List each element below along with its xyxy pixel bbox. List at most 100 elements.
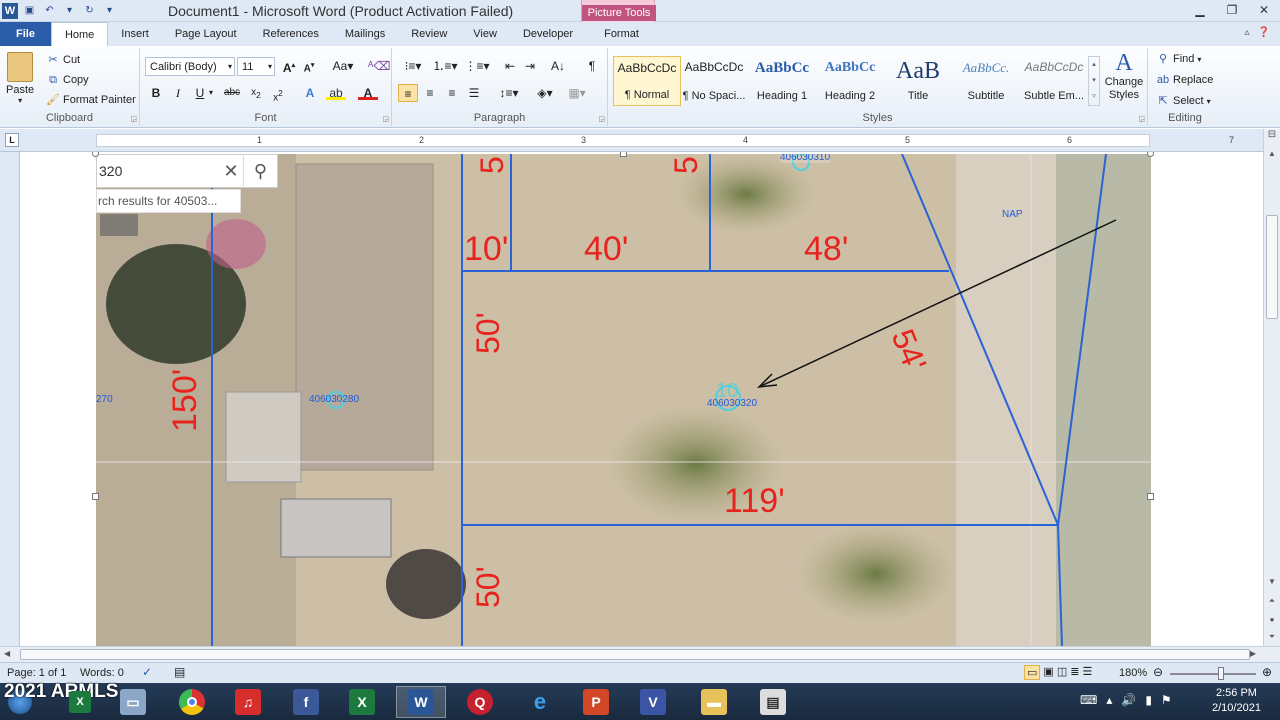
tab-page-layout[interactable]: Page Layout: [162, 22, 250, 46]
outline-icon[interactable]: ≣: [1070, 665, 1079, 680]
grow-font-icon[interactable]: A▴: [279, 57, 299, 75]
redo-icon[interactable]: ↻: [81, 2, 98, 19]
horizontal-ruler[interactable]: L 1 2 3 4 5 6 7: [0, 129, 1280, 152]
justify-icon[interactable]: ☰: [464, 84, 484, 102]
minimize-ribbon-icon[interactable]: ▵: [1245, 27, 1250, 38]
macro-recording-icon[interactable]: ▤: [174, 665, 185, 679]
undo-icon[interactable]: ↶: [41, 2, 58, 19]
map-search-input[interactable]: [99, 163, 219, 179]
selection-handle[interactable]: [620, 152, 627, 157]
highlight-icon[interactable]: ab: [326, 84, 346, 100]
taskbar-quicken[interactable]: Q: [455, 686, 505, 718]
taskbar-excel[interactable]: X: [337, 686, 387, 718]
scroll-down-icon[interactable]: ▼: [1264, 577, 1280, 586]
tab-format[interactable]: Format: [586, 22, 657, 46]
style-normal[interactable]: AaBbCcDc ¶ Normal: [613, 56, 681, 106]
selection-handle[interactable]: [1147, 152, 1154, 157]
paragraph-launcher-icon[interactable]: ◲: [598, 115, 605, 123]
zoom-slider[interactable]: [1170, 667, 1256, 680]
tab-insert[interactable]: Insert: [108, 22, 162, 46]
taskbar-visio[interactable]: V: [628, 686, 678, 718]
vertical-ruler[interactable]: [0, 152, 20, 646]
cut-button[interactable]: ✂ Cut: [46, 53, 80, 67]
document-area[interactable]: 406030310 406030280 406030320 10 270 NAP…: [20, 152, 1263, 646]
restore-button[interactable]: ❐: [1216, 0, 1248, 20]
ruler-toggle-icon[interactable]: ⊟: [1264, 129, 1280, 149]
tab-view[interactable]: View: [460, 22, 510, 46]
paste-button[interactable]: Paste ▾: [6, 52, 34, 105]
scroll-left-icon[interactable]: ◀: [4, 649, 10, 658]
clear-formatting-icon[interactable]: ᴬ⌫: [368, 57, 390, 75]
style-subtle-emphasis[interactable]: AaBbCcDc Subtle Em...: [1020, 56, 1088, 106]
customize-qat-icon[interactable]: ▾: [101, 2, 118, 19]
change-styles-button[interactable]: A Change Styles: [1103, 50, 1145, 102]
underline-dropdown-icon[interactable]: ▾: [206, 84, 216, 102]
parcel-map-image[interactable]: 406030310 406030280 406030320 10 270 NAP…: [96, 154, 1151, 646]
style-heading-1[interactable]: AaBbCc Heading 1: [748, 56, 816, 106]
tab-mailings[interactable]: Mailings: [332, 22, 398, 46]
browse-object-icon[interactable]: ●: [1264, 615, 1280, 624]
multilevel-list-icon[interactable]: ⋮≡▾: [462, 57, 492, 75]
tab-developer[interactable]: Developer: [510, 22, 586, 46]
minimize-button[interactable]: ▁: [1184, 0, 1216, 20]
font-launcher-icon[interactable]: ◲: [382, 115, 389, 123]
word-count[interactable]: Words: 0: [80, 667, 124, 679]
tab-file[interactable]: File: [0, 22, 51, 46]
horizontal-scrollbar[interactable]: ◀ ▶: [0, 646, 1280, 662]
italic-icon[interactable]: I: [168, 84, 188, 102]
font-name-combo[interactable]: Calibri (Body) ▾: [145, 57, 235, 76]
zoom-out-icon[interactable]: ⊖: [1153, 665, 1163, 679]
strikethrough-icon[interactable]: abc: [222, 84, 242, 102]
selection-handle[interactable]: [1147, 493, 1154, 500]
tab-references[interactable]: References: [250, 22, 332, 46]
line-spacing-icon[interactable]: ↕≡▾: [496, 84, 522, 102]
copy-button[interactable]: ⧉ Copy: [46, 73, 89, 87]
style-no-spacing[interactable]: AaBbCcDc ¶ No Spaci...: [680, 56, 748, 106]
network-icon[interactable]: ▮: [1145, 693, 1152, 707]
scroll-thumb[interactable]: [1266, 215, 1278, 319]
increase-indent-icon[interactable]: ⇥: [520, 57, 540, 75]
page-count[interactable]: Page: 1 of 1: [7, 667, 66, 679]
align-left-icon[interactable]: ≡: [398, 84, 418, 102]
scroll-right-icon[interactable]: ▶: [1250, 649, 1256, 658]
word-app-icon[interactable]: W: [2, 2, 18, 19]
print-layout-icon[interactable]: ▭: [1024, 665, 1041, 680]
draft-icon[interactable]: ☰: [1082, 665, 1092, 680]
format-painter-button[interactable]: 🖌 Format Painter: [46, 93, 136, 107]
next-page-icon[interactable]: ⏷: [1264, 632, 1280, 642]
style-subtitle[interactable]: AaBbCc. Subtitle: [952, 56, 1020, 106]
taskbar-folder[interactable]: ▬: [689, 686, 739, 718]
text-effects-icon[interactable]: A: [300, 84, 320, 102]
styles-launcher-icon[interactable]: ◲: [1138, 115, 1145, 123]
ruler-track[interactable]: 1 2 3 4 5 6 7: [96, 134, 1234, 147]
taskbar-powerpoint[interactable]: P: [571, 686, 621, 718]
taskbar-facebook[interactable]: f: [281, 686, 331, 718]
style-heading-2[interactable]: AaBbCc Heading 2: [816, 56, 884, 106]
tab-review[interactable]: Review: [398, 22, 460, 46]
clipboard-launcher-icon[interactable]: ◲: [130, 115, 137, 123]
taskbar-word[interactable]: W: [396, 686, 446, 718]
taskbar-explorer-window[interactable]: ▭: [108, 686, 158, 718]
undo-dropdown-icon[interactable]: ▾: [61, 2, 78, 19]
volume-icon[interactable]: 🔊: [1121, 693, 1136, 707]
show-hidden-icons[interactable]: ▴: [1106, 693, 1112, 707]
document-page[interactable]: 406030310 406030280 406030320 10 270 NAP…: [20, 152, 1263, 646]
bullets-icon[interactable]: ⁝≡▾: [398, 57, 428, 75]
taskbar-chrome[interactable]: [167, 686, 217, 718]
map-tool-button[interactable]: [100, 214, 138, 236]
select-button[interactable]: ⇱ Select ▾: [1156, 94, 1210, 108]
replace-button[interactable]: ab Replace: [1156, 73, 1213, 87]
numbering-icon[interactable]: ⒈≡▾: [430, 57, 460, 75]
align-right-icon[interactable]: ≡: [442, 84, 462, 102]
bold-icon[interactable]: B: [146, 84, 166, 102]
taskbar-scanner[interactable]: ▤: [748, 686, 798, 718]
web-layout-icon[interactable]: ◫: [1057, 665, 1067, 680]
style-title[interactable]: AaB Title: [884, 56, 952, 106]
vertical-scrollbar[interactable]: ⊟ ▲ ▼ ⏶ ● ⏷: [1263, 129, 1280, 646]
change-case-icon[interactable]: Aa▾: [330, 57, 356, 75]
keyboard-icon[interactable]: ⌨: [1080, 693, 1097, 707]
superscript-icon[interactable]: x2: [268, 84, 288, 103]
scroll-up-icon[interactable]: ▲: [1264, 149, 1280, 165]
subscript-icon[interactable]: x2: [246, 84, 266, 102]
zoom-level[interactable]: 180%: [1119, 667, 1147, 679]
